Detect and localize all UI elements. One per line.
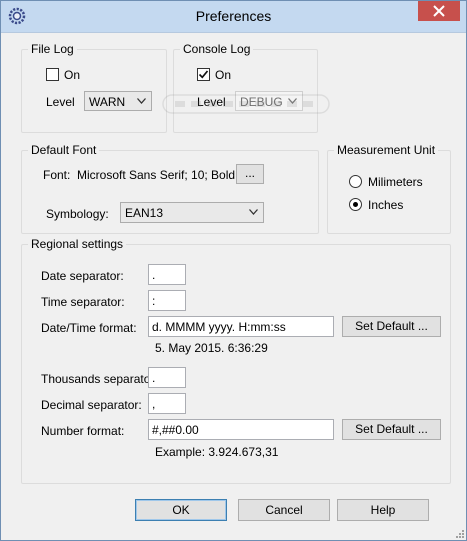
time-separator-input[interactable]: : [148, 290, 186, 311]
time-separator-label: Time separator: [41, 295, 125, 309]
measurement-unit-title: Measurement Unit [334, 143, 439, 157]
title-bar[interactable]: Preferences [1, 1, 466, 33]
console-log-on-checkbox[interactable] [197, 68, 210, 81]
file-log-level-select[interactable]: WARN [84, 91, 152, 111]
decimal-separator-input[interactable]: , [148, 393, 186, 414]
window-title: Preferences [195, 8, 272, 24]
datetime-example: 5. May 2015. 6:36:29 [155, 341, 268, 355]
close-icon [433, 5, 445, 17]
file-log-title: File Log [28, 42, 77, 56]
regional-settings-title: Regional settings [28, 237, 127, 251]
number-set-default-button[interactable]: Set Default ... [342, 419, 441, 440]
default-font-group: Default Font Font: Microsoft Sans Serif;… [21, 143, 319, 234]
font-browse-button[interactable]: ... [236, 164, 264, 184]
symbology-value: EAN13 [125, 206, 164, 220]
console-log-level-value: DEBUG [240, 95, 283, 109]
console-log-title: Console Log [180, 42, 254, 56]
datetime-format-label: Date/Time format: [41, 321, 137, 335]
console-log-level-select[interactable]: DEBUG [235, 91, 303, 111]
console-log-on-label[interactable]: On [215, 68, 231, 82]
thousands-separator-input[interactable]: . [148, 367, 186, 388]
cancel-button[interactable]: Cancel [238, 499, 330, 521]
default-font-title: Default Font [28, 143, 100, 157]
file-log-on-checkbox[interactable] [46, 68, 59, 81]
file-log-level-value: WARN [89, 95, 126, 109]
chevron-down-icon [137, 98, 146, 104]
font-label: Font: [43, 168, 71, 182]
datetime-set-default-button[interactable]: Set Default ... [342, 316, 441, 337]
date-separator-label: Date separator: [41, 269, 124, 283]
number-format-input[interactable]: #,##0.00 [148, 419, 334, 440]
font-browse-label: ... [244, 166, 255, 180]
measurement-unit-group: Measurement Unit Milimeters Inches [327, 143, 451, 234]
ok-button[interactable]: OK [135, 499, 227, 521]
resize-grip-icon[interactable] [454, 528, 464, 538]
console-log-group: Console Log On Level DEBUG [173, 42, 318, 133]
inches-radio[interactable] [349, 198, 362, 211]
number-example: Example: 3.924.673,31 [155, 445, 279, 459]
file-log-level-label: Level [46, 95, 75, 109]
decimal-separator-label: Decimal separator: [41, 398, 142, 412]
file-log-group: File Log On Level WARN [21, 42, 167, 133]
regional-settings-group: Regional settings Date separator: . Time… [21, 237, 451, 484]
number-format-label: Number format: [41, 424, 125, 438]
console-log-level-label: Level [197, 95, 226, 109]
datetime-format-input[interactable]: d. MMMM yyyy. H:mm:ss [148, 316, 334, 337]
font-value: Microsoft Sans Serif; 10; Bold [77, 168, 236, 182]
symbology-label: Symbology: [46, 207, 109, 221]
file-log-on-label[interactable]: On [64, 68, 80, 82]
chevron-down-icon [288, 98, 297, 104]
thousands-separator-label: Thousands separator: [41, 372, 158, 386]
inches-label[interactable]: Inches [368, 198, 403, 212]
symbology-select[interactable]: EAN13 [120, 202, 264, 223]
help-button[interactable]: Help [337, 499, 429, 521]
date-separator-input[interactable]: . [148, 264, 186, 285]
checkmark-icon [198, 70, 209, 79]
close-button[interactable] [418, 1, 460, 21]
milimeters-label[interactable]: Milimeters [368, 175, 423, 189]
milimeters-radio[interactable] [349, 175, 362, 188]
preferences-window: Preferences File Log On Level WARN Conso… [0, 0, 467, 541]
chevron-down-icon [249, 209, 258, 215]
